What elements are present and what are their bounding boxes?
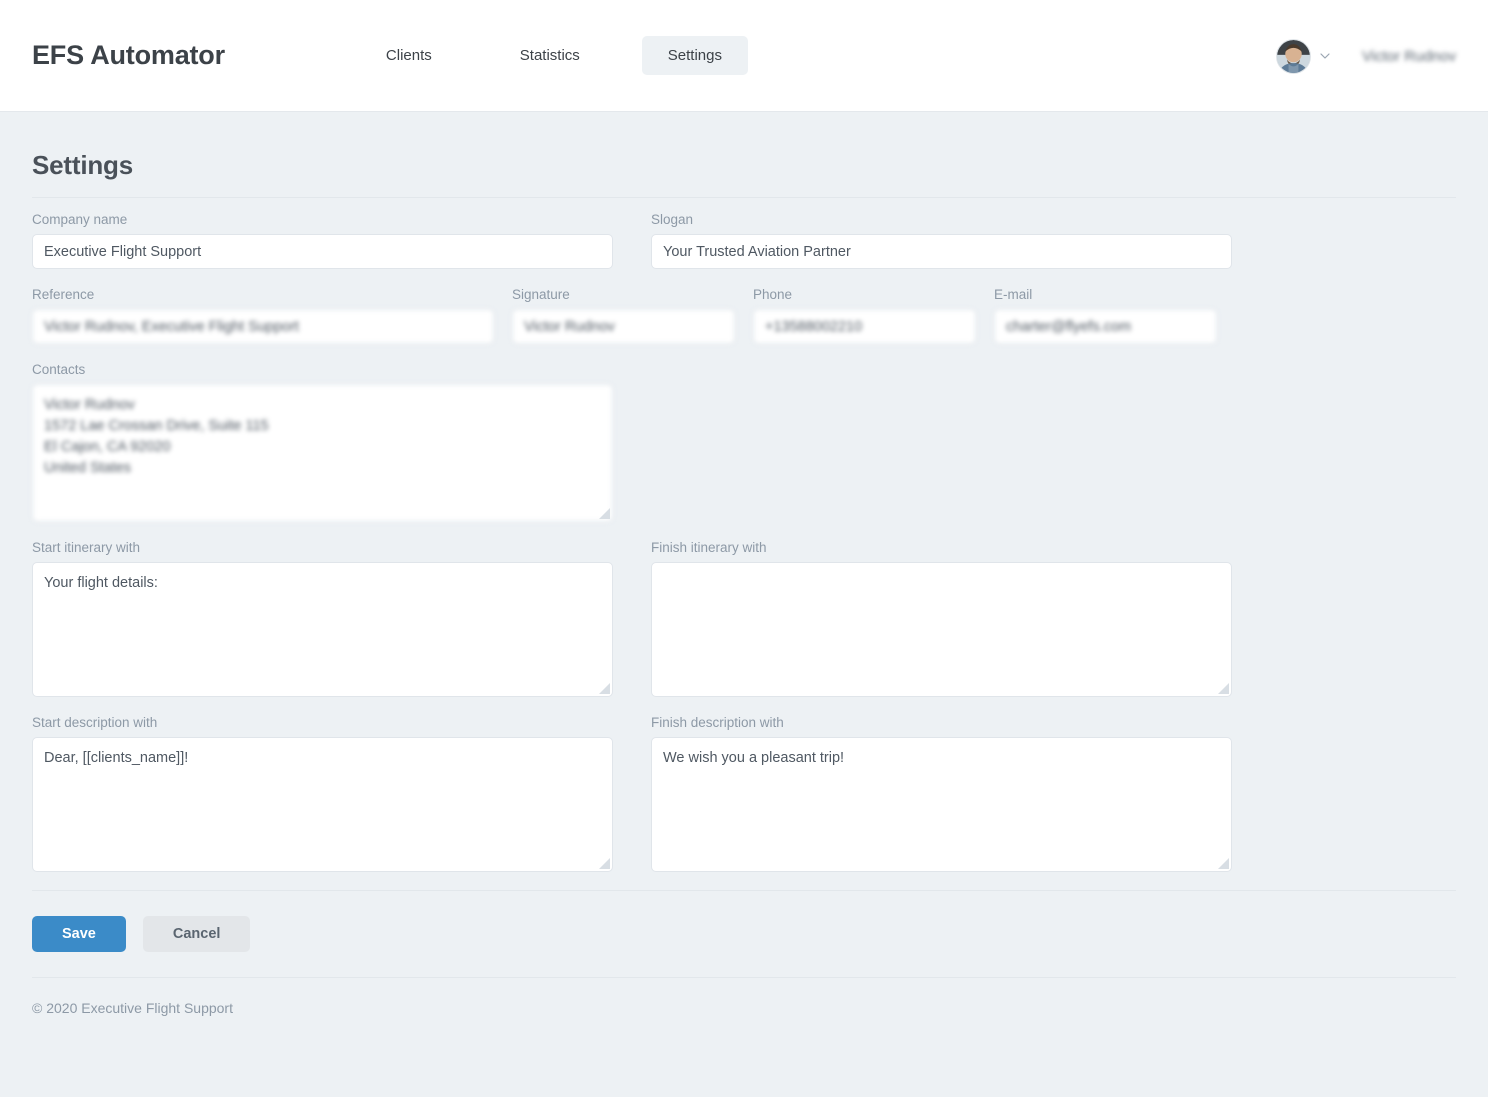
page-content: Settings Company name Slogan Reference S… — [0, 112, 1488, 1016]
app-header: EFS Automator Clients Statistics Setting… — [0, 0, 1488, 112]
contacts-textarea-wrapper — [32, 384, 613, 522]
user-name-label: Victor Rudnov — [1362, 47, 1456, 65]
main-navigation: Clients Statistics Settings — [360, 36, 748, 75]
form-row-itinerary: Start itinerary with Finish itinerary wi… — [32, 540, 1456, 697]
reference-label: Reference — [32, 287, 95, 302]
field-slogan: Slogan — [651, 212, 1232, 269]
form-row-company-slogan: Company name Slogan — [32, 212, 1456, 269]
nav-item-settings[interactable]: Settings — [641, 36, 748, 75]
start-description-textarea-wrapper — [32, 737, 613, 872]
nav-item-clients[interactable]: Clients — [360, 36, 458, 75]
column-gap — [613, 540, 651, 697]
column-gap — [613, 212, 651, 269]
chevron-down-icon[interactable] — [1320, 51, 1330, 61]
page-title: Settings — [32, 150, 133, 180]
contacts-textarea[interactable] — [32, 384, 613, 522]
email-input[interactable] — [994, 309, 1217, 344]
save-button[interactable]: Save — [32, 916, 126, 952]
user-avatar-photo-icon[interactable] — [1276, 38, 1312, 74]
contacts-label: Contacts — [32, 362, 86, 377]
field-start-itinerary: Start itinerary with — [32, 540, 613, 697]
email-label: E-mail — [994, 287, 1033, 302]
form-actions: Save Cancel — [32, 891, 1456, 977]
start-description-label: Start description with — [32, 715, 158, 730]
phone-label: Phone — [753, 287, 793, 302]
user-menu[interactable]: Victor Rudnov — [1276, 0, 1456, 112]
slogan-input[interactable] — [651, 234, 1232, 269]
signature-input[interactable] — [512, 309, 735, 344]
finish-itinerary-textarea[interactable] — [651, 562, 1232, 697]
app-brand-logo[interactable]: EFS Automator — [32, 40, 225, 71]
field-start-description: Start description with — [32, 715, 613, 872]
column-gap — [494, 287, 512, 344]
signature-label: Signature — [512, 287, 570, 302]
field-finish-itinerary: Finish itinerary with — [651, 540, 1232, 697]
column-gap — [976, 287, 994, 344]
column-gap — [735, 287, 753, 344]
start-itinerary-textarea[interactable] — [32, 562, 613, 697]
company-name-input[interactable] — [32, 234, 613, 269]
field-contacts: Contacts — [32, 362, 613, 522]
field-finish-description: Finish description with — [651, 715, 1232, 872]
settings-form: Company name Slogan Reference Signature — [32, 198, 1456, 872]
slogan-label: Slogan — [651, 212, 694, 227]
field-company-name: Company name — [32, 212, 613, 269]
finish-description-textarea-wrapper — [651, 737, 1232, 872]
finish-itinerary-label: Finish itinerary with — [651, 540, 767, 555]
start-description-textarea[interactable] — [32, 737, 613, 872]
finish-itinerary-textarea-wrapper — [651, 562, 1232, 697]
form-row-contacts: Contacts — [32, 362, 1456, 522]
start-itinerary-textarea-wrapper — [32, 562, 613, 697]
footer-copyright: © 2020 Executive Flight Support — [32, 1000, 233, 1016]
field-signature: Signature — [512, 287, 735, 344]
form-row-description: Start description with Finish descriptio… — [32, 715, 1456, 872]
finish-description-textarea[interactable] — [651, 737, 1232, 872]
company-name-label: Company name — [32, 212, 128, 227]
field-reference: Reference — [32, 287, 494, 344]
reference-input[interactable] — [32, 309, 494, 344]
start-itinerary-label: Start itinerary with — [32, 540, 141, 555]
cancel-button[interactable]: Cancel — [142, 916, 251, 952]
nav-item-statistics[interactable]: Statistics — [494, 36, 606, 75]
form-row-contact-details: Reference Signature Phone E-mail — [32, 287, 1456, 344]
phone-input[interactable] — [753, 309, 976, 344]
finish-description-label: Finish description with — [651, 715, 784, 730]
column-gap — [613, 715, 651, 872]
field-email: E-mail — [994, 287, 1217, 344]
field-phone: Phone — [753, 287, 976, 344]
